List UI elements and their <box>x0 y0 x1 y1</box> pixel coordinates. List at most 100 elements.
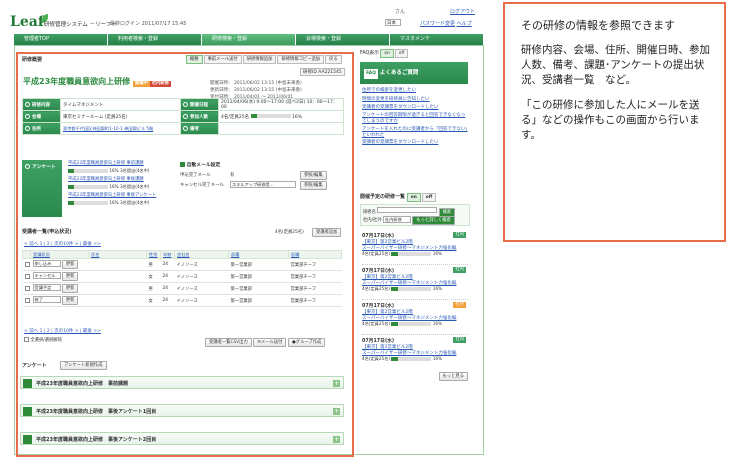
mail-row-value: 有 <box>230 173 235 178</box>
logout-link[interactable]: ログアウト <box>450 8 475 15</box>
participant-sex: 男 <box>146 258 161 271</box>
table-row: 申し込み 更新 男 24 イノソース 第一営業部 営業部チーフ <box>22 258 342 271</box>
course-name-input[interactable] <box>377 207 438 213</box>
item-badge: 社外 <box>453 302 466 308</box>
course-info-table: 研修内容 タイムマネジメント 開催日程 2011/04/06(水) 9:00～1… <box>22 98 344 135</box>
type-select[interactable]: 社内研修 <box>383 216 412 223</box>
subtab-add-info[interactable]: 研修情報追加 <box>242 55 277 64</box>
edit-mail-button[interactable]: 参照/編集 <box>300 181 327 190</box>
participant-name[interactable] <box>88 282 147 295</box>
more-courses-button[interactable]: もっと見る <box>438 372 468 381</box>
edit-mail-button[interactable]: 参照/編集 <box>300 171 327 180</box>
participant-table: 受講状況 氏名 性別 年齢 会社名 部署 役職 申し込み 更新 男 24 イノソ… <box>22 250 342 307</box>
advanced-search-button[interactable]: もっと詳しく検索 <box>412 216 455 225</box>
participant-dept: 第一営業部 <box>228 294 289 307</box>
survey-accordion[interactable]: 平成23年度職員意欲向上研修 事後アンケート1回目 + <box>20 404 344 417</box>
document-icon <box>23 435 32 444</box>
status-select[interactable]: 申し込み <box>32 260 61 267</box>
select-all-checkbox[interactable] <box>24 337 29 342</box>
pager-bottom[interactable]: < 前へ 1 | 2 | 次の10件 > | 最後 >> <box>24 328 101 334</box>
update-button[interactable]: 更新 <box>61 260 79 269</box>
tab-admin-top[interactable]: 管理者TOP <box>14 34 108 45</box>
participant-sex: 女 <box>146 270 161 283</box>
status-select[interactable]: キャンセル <box>32 272 61 279</box>
faq-link[interactable]: 受講者の受講票をダウンロードしたい <box>362 139 468 148</box>
item-badge: 社内 <box>453 267 466 273</box>
create-group-button[interactable]: ●グループ作成 <box>288 338 326 347</box>
mail-template-select[interactable]: スキルアップ研修受... <box>230 181 296 188</box>
select-all[interactable]: 全選択/選択解除 <box>24 337 62 343</box>
tab-master-maintenance[interactable]: マスタメンテ <box>390 34 484 45</box>
faq-link[interactable]: 受講者の受講票をダウンロードしたい <box>362 104 468 113</box>
col-age[interactable]: 年齢 <box>160 250 175 259</box>
send-mail-button[interactable]: ✉メール送付 <box>253 338 287 347</box>
col-sex[interactable]: 性別 <box>146 250 161 259</box>
faq-link[interactable]: アンケートの回答期限が過ぎると回答できなくなってしまうのですか <box>362 113 468 125</box>
participant-name[interactable] <box>88 270 147 283</box>
faq-link[interactable]: 時間の変更を研修員に告知したい <box>362 96 468 105</box>
row-checkbox[interactable] <box>24 285 30 291</box>
row-checkbox[interactable] <box>24 297 30 303</box>
csv-export-button[interactable]: 受講者一覧CSV出力 <box>205 338 252 347</box>
faq-link[interactable]: アンケートを入れたのに受講者から「回答できない」といわれた <box>362 127 468 139</box>
callout-body-2: 「この研修に参加した人にメールを送る」などの操作もこの画面から行います。 <box>521 99 700 141</box>
participant-post: 営業部チーフ <box>288 270 342 283</box>
status-badge: 開催中 <box>132 81 150 87</box>
row-checkbox[interactable] <box>24 273 30 279</box>
participant-sex: 女 <box>146 294 161 307</box>
status-select[interactable]: 修了 <box>32 296 61 303</box>
participant-company: イノソース <box>174 270 229 283</box>
type-badge: 社内研修 <box>149 81 172 87</box>
survey-status-list: 平成23年度職員意欲向上研修 事前課題 16% 3名提出(4名中) 平成23年度… <box>68 161 176 206</box>
expand-icon[interactable]: + <box>333 408 340 415</box>
participant-name[interactable] <box>88 258 147 271</box>
update-button[interactable]: 更新 <box>61 296 79 305</box>
tab-user-search[interactable]: 利用者検索・登録 <box>108 34 202 45</box>
label-count: 参加人数 <box>180 110 219 123</box>
participant-company: イノソース <box>174 258 229 271</box>
faq-off-button[interactable]: off <box>394 49 409 58</box>
participant-sex: 男 <box>146 282 161 295</box>
faq-link[interactable]: 住所での検索を変更したい <box>362 87 468 96</box>
pager-top[interactable]: < 前へ 1 | 2 | 次の10件 > | 最後 >> <box>24 241 101 247</box>
survey-accordion-title: 平成23年度職員意欲向上研修 事前課題 <box>36 381 128 387</box>
value-address[interactable]: 東京都千代田区神田錦町1-10-1 神田錦ビル 5階 <box>60 122 181 135</box>
tab-venue-search[interactable]: 会場検索・登録 <box>296 34 390 45</box>
subtab-overview[interactable]: 概要 <box>186 55 203 64</box>
status-select[interactable]: 受講予定 <box>32 284 61 291</box>
section-title-overview: 研修概要 <box>22 57 43 63</box>
update-button[interactable]: 更新 <box>61 284 79 293</box>
survey-accordion[interactable]: 平成23年度職員意欲向上研修 事前課題 + <box>20 376 344 389</box>
col-name[interactable]: 氏名 <box>88 250 147 259</box>
col-company[interactable]: 会社名 <box>174 250 229 259</box>
mail-row-label: キャンセル完了メール <box>180 183 224 188</box>
survey-accordion[interactable]: 平成23年度職員意欲向上研修 事後アンケート2回目 + <box>20 432 344 445</box>
participant-age: 24 <box>160 270 175 283</box>
new-survey-button[interactable]: アンケート新規作成 <box>60 361 107 370</box>
col-dept[interactable]: 部署 <box>228 250 289 259</box>
upcoming-off-button[interactable]: off <box>421 193 437 202</box>
col-post[interactable]: 役職 <box>288 250 342 259</box>
language-select[interactable]: 日本 <box>385 19 401 26</box>
expand-icon[interactable]: + <box>333 436 340 443</box>
subtab-pre-mail[interactable]: 事前メール送付 <box>203 55 242 64</box>
subtab-copy-add[interactable]: 研修情報コピー追加 <box>277 55 325 64</box>
label-survey: アンケート <box>22 160 62 217</box>
col-status[interactable]: 受講状況 <box>30 250 89 259</box>
faq-on-button[interactable]: on <box>380 49 394 58</box>
upcoming-on-button[interactable]: on <box>406 193 421 202</box>
upcoming-toggle: 開催予定の研修一覧 on off <box>360 193 437 202</box>
document-icon <box>23 407 32 416</box>
tab-course-search[interactable]: 研修検索・登録 <box>202 34 296 45</box>
item-progress-bar <box>391 322 432 326</box>
help-link[interactable]: ヘルプ <box>457 21 472 27</box>
update-button[interactable]: 更新 <box>61 272 79 281</box>
participant-name[interactable] <box>88 294 147 307</box>
expand-icon[interactable]: + <box>333 380 340 387</box>
faq-toggle: FAQ表示 on off <box>360 49 409 58</box>
row-checkbox[interactable] <box>24 261 30 267</box>
document-icon <box>23 379 32 388</box>
password-change-link[interactable]: パスワード変更 <box>420 21 455 27</box>
add-participant-button[interactable]: 受講者追加 <box>312 228 342 237</box>
subtab-back[interactable]: 戻る <box>325 55 342 64</box>
